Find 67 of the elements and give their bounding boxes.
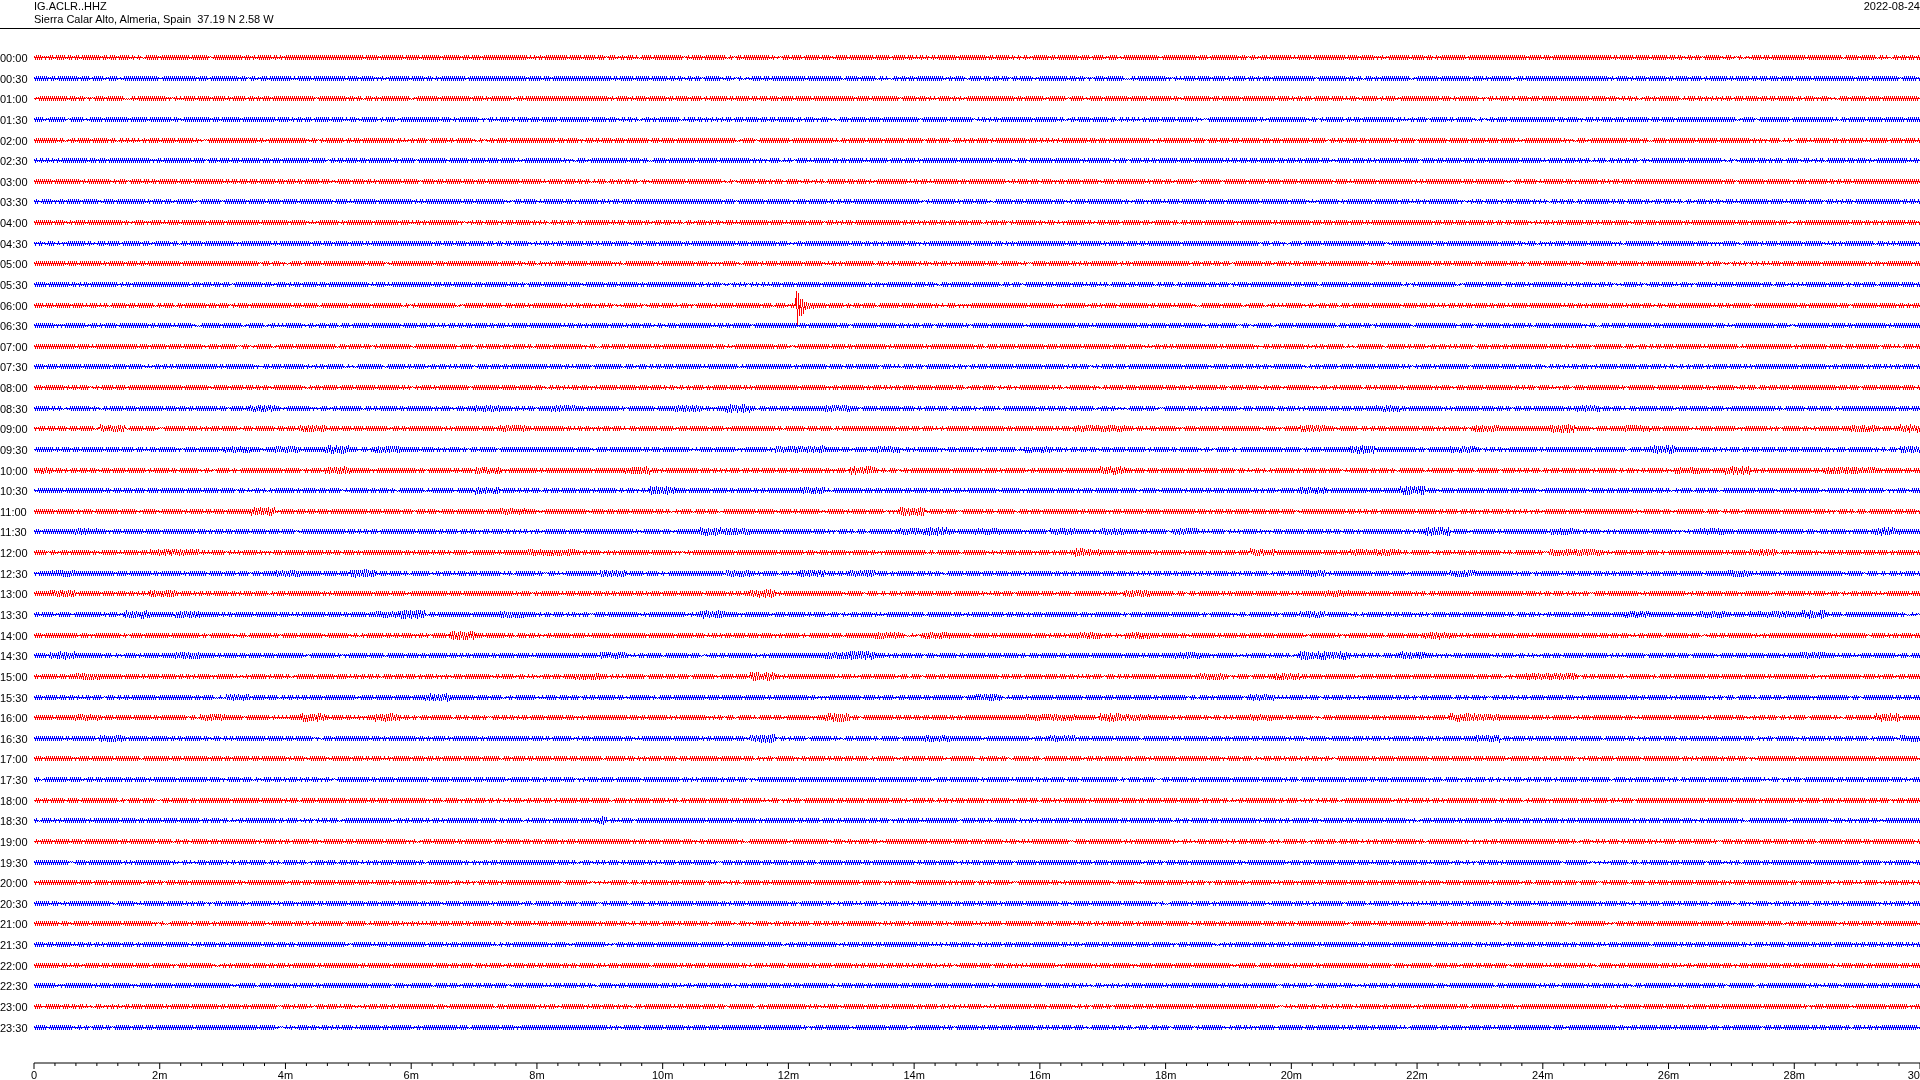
time-label: 06:30 xyxy=(0,319,28,332)
time-label: 03:00 xyxy=(0,175,28,188)
time-label: 17:30 xyxy=(0,773,28,786)
time-label: 11:00 xyxy=(0,505,27,518)
time-label: 07:30 xyxy=(0,360,28,373)
axis-tick-label: 10m xyxy=(651,1069,674,1079)
time-label: 08:00 xyxy=(0,381,28,394)
axis-tick-label: 22m xyxy=(1406,1069,1428,1079)
time-label: 09:30 xyxy=(0,443,28,456)
axis-tick-label: 24m xyxy=(1532,1069,1554,1079)
time-label: 22:00 xyxy=(0,959,28,972)
axis-tick-label: 6m xyxy=(403,1069,419,1079)
time-label: 23:30 xyxy=(0,1021,28,1034)
time-label: 07:00 xyxy=(0,340,28,353)
axis-tick-label: 18m xyxy=(1154,1069,1177,1079)
axis-tick-label: 30 xyxy=(1907,1069,1920,1079)
time-label: 05:00 xyxy=(0,257,28,270)
axis-tick-label: 8m xyxy=(529,1069,545,1079)
axis-tick-label: 4m xyxy=(277,1069,294,1079)
time-label: 06:00 xyxy=(0,299,28,312)
axis-tick-label: 26m xyxy=(1657,1069,1680,1079)
time-label: 01:30 xyxy=(0,113,28,126)
time-label: 16:00 xyxy=(0,711,28,724)
time-label: 05:30 xyxy=(0,278,28,291)
time-label: 21:00 xyxy=(0,917,28,930)
axis-tick-label: 28m xyxy=(1783,1069,1805,1079)
time-label: 02:30 xyxy=(0,154,28,167)
time-label: 12:00 xyxy=(0,546,28,559)
date-label: 2022-08-24 xyxy=(1863,0,1920,12)
time-label: 18:00 xyxy=(0,794,28,807)
time-label: 15:30 xyxy=(0,691,28,704)
time-label: 16:30 xyxy=(0,732,28,745)
time-label: 14:30 xyxy=(0,649,28,662)
time-label: 22:30 xyxy=(0,979,28,992)
axis-tick-label: 12m xyxy=(777,1069,800,1079)
time-label: 18:30 xyxy=(0,814,28,827)
time-label: 21:30 xyxy=(0,938,28,951)
axis-tick-label: 2m xyxy=(152,1069,168,1079)
axis-tick-label: 16m xyxy=(1029,1069,1051,1079)
station-code: IG.ACLR..HHZ xyxy=(34,0,107,13)
time-label: 01:00 xyxy=(0,92,28,105)
time-label: 23:00 xyxy=(0,1000,28,1013)
axis-tick-label: 14m xyxy=(903,1069,925,1079)
time-label: 08:30 xyxy=(0,402,28,415)
time-label: 14:00 xyxy=(0,629,28,642)
station-location: Sierra Calar Alto, Almeria, Spain 37.19 N 2.58 W xyxy=(34,13,274,26)
time-label: 20:30 xyxy=(0,897,28,910)
time-label: 00:30 xyxy=(0,72,28,85)
axis-tick-label: 0 xyxy=(31,1069,38,1079)
time-label: 10:30 xyxy=(0,484,28,497)
time-label: 13:30 xyxy=(0,608,28,621)
time-label: 15:00 xyxy=(0,670,28,683)
time-label: 12:30 xyxy=(0,567,28,580)
time-label: 04:00 xyxy=(0,216,28,229)
time-label: 10:00 xyxy=(0,464,28,477)
axis-tick-label: 20m xyxy=(1280,1069,1303,1079)
time-label: 11:30 xyxy=(0,525,27,538)
time-label: 19:00 xyxy=(0,835,28,848)
time-label: 17:00 xyxy=(0,752,28,765)
time-label: 09:00 xyxy=(0,422,28,435)
time-label: 04:30 xyxy=(0,237,28,250)
time-label: 00:00 xyxy=(0,51,28,64)
time-label: 19:30 xyxy=(0,856,28,869)
time-label: 13:00 xyxy=(0,587,28,600)
time-label: 20:00 xyxy=(0,876,28,889)
time-label: 03:30 xyxy=(0,195,28,208)
time-label: 02:00 xyxy=(0,134,28,147)
